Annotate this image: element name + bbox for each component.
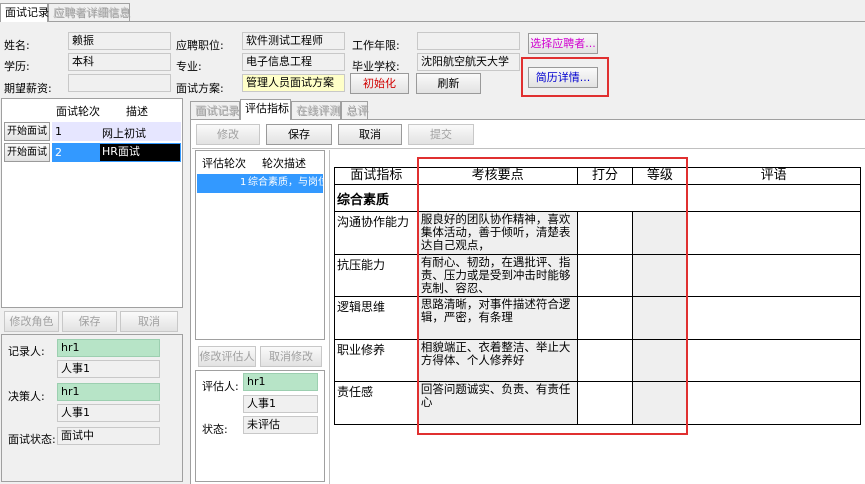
decider-label: 决策人: <box>8 390 45 403</box>
indicator-cell: 责任感 <box>334 381 419 425</box>
name-field[interactable]: 赖振 <box>68 32 171 50</box>
save-role-button[interactable]: 保存 <box>62 311 117 332</box>
education-field[interactable]: 本科 <box>68 53 171 71</box>
refresh-button[interactable]: 刷新 <box>416 73 481 94</box>
evaluator-field[interactable]: hr1 <box>243 373 318 391</box>
header-indicator: 面试指标 <box>334 167 419 185</box>
comment-input[interactable] <box>686 296 861 340</box>
major-field[interactable]: 电子信息工程 <box>242 53 345 71</box>
select-applicant-button[interactable]: 选择应聘者... <box>528 33 598 54</box>
highlight-box-points <box>417 157 688 435</box>
tab-interview-record[interactable]: 面试记录 <box>0 3 49 22</box>
plan-label: 面试方案: <box>176 82 224 95</box>
cancel-edit-evaluator-button[interactable]: 取消修改 <box>260 346 322 367</box>
school-label: 毕业学校: <box>352 60 400 73</box>
toolbar-divider <box>192 148 865 149</box>
recorder-name: 人事1 <box>57 360 160 378</box>
eval-col-round: 评估轮次 <box>202 157 246 170</box>
education-label: 学历: <box>4 60 30 73</box>
salary-field[interactable] <box>68 74 171 92</box>
name-label: 姓名: <box>4 39 30 52</box>
tab-interview-record-inner[interactable]: 面试记录 <box>190 101 240 120</box>
round-desc-editor[interactable]: HR面试 <box>100 144 180 161</box>
eval-round-row[interactable]: 1 综合素质，与岗位 <box>197 174 323 193</box>
init-button[interactable]: 初始化 <box>350 73 409 94</box>
edit-evaluator-button[interactable]: 修改评估人 <box>198 346 256 367</box>
indicator-cell: 沟通协作能力 <box>334 211 419 255</box>
eval-round-number: 1 <box>240 177 247 188</box>
tab-overall[interactable]: 总评 <box>341 101 368 120</box>
cancel-role-button[interactable]: 取消 <box>120 311 178 332</box>
school-field[interactable]: 沈阳航空航天大学 <box>417 53 520 71</box>
decider-field[interactable]: hr1 <box>57 383 160 401</box>
recorder-label: 记录人: <box>8 345 45 358</box>
submit-button[interactable]: 提交 <box>408 124 474 145</box>
tab-divider <box>0 21 865 22</box>
years-label: 工作年限: <box>352 39 400 52</box>
status-label: 面试状态: <box>8 433 56 446</box>
tab-online-test[interactable]: 在线评测 <box>291 101 341 120</box>
plan-field[interactable]: 管理人员面试方案 <box>242 74 345 92</box>
edit-button[interactable]: 修改 <box>196 124 260 145</box>
tab-applicant-details[interactable]: 应聘者详细信息 <box>48 3 130 22</box>
eval-col-desc: 轮次描述 <box>262 157 306 170</box>
position-field[interactable]: 软件测试工程师 <box>242 32 345 50</box>
round-number: 2 <box>55 146 62 159</box>
rounds-col-desc: 描述 <box>126 105 148 118</box>
start-interview-button[interactable]: 开始面试 <box>4 122 50 141</box>
position-label: 应聘职位: <box>176 39 224 52</box>
comment-input[interactable] <box>686 339 861 382</box>
decider-name: 人事1 <box>57 404 160 422</box>
edit-role-button[interactable]: 修改角色 <box>4 311 59 332</box>
save-button[interactable]: 保存 <box>266 124 332 145</box>
tab-eval-indicators[interactable]: 评估指标 <box>240 99 291 120</box>
cancel-button[interactable]: 取消 <box>338 124 402 145</box>
recorder-field[interactable]: hr1 <box>57 339 160 357</box>
years-field[interactable] <box>417 32 520 50</box>
rounds-col-round: 面试轮次 <box>56 105 100 118</box>
indicator-cell: 逻辑思维 <box>334 296 419 340</box>
comment-input[interactable] <box>686 381 861 425</box>
indicator-cell: 抗压能力 <box>334 254 419 297</box>
header-comment: 评语 <box>686 167 861 185</box>
evaluator-name: 人事1 <box>243 395 318 413</box>
eval-status-field: 未评估 <box>243 416 318 434</box>
eval-round-desc: 综合素质，与岗位 <box>248 177 323 188</box>
evaluator-label: 评估人: <box>202 380 239 393</box>
major-label: 专业: <box>176 60 202 73</box>
comment-input[interactable] <box>686 254 861 297</box>
round-desc: 网上初试 <box>102 127 146 140</box>
splitter <box>329 150 330 484</box>
indicator-cell: 职业修养 <box>334 339 419 382</box>
highlight-box-resume <box>521 57 609 97</box>
status-field: 面试中 <box>57 427 160 445</box>
eval-status-label: 状态: <box>202 423 228 436</box>
round-number: 1 <box>55 125 62 138</box>
salary-label: 期望薪资: <box>4 82 52 95</box>
start-interview-button[interactable]: 开始面试 <box>4 143 50 162</box>
comment-input[interactable] <box>686 211 861 255</box>
